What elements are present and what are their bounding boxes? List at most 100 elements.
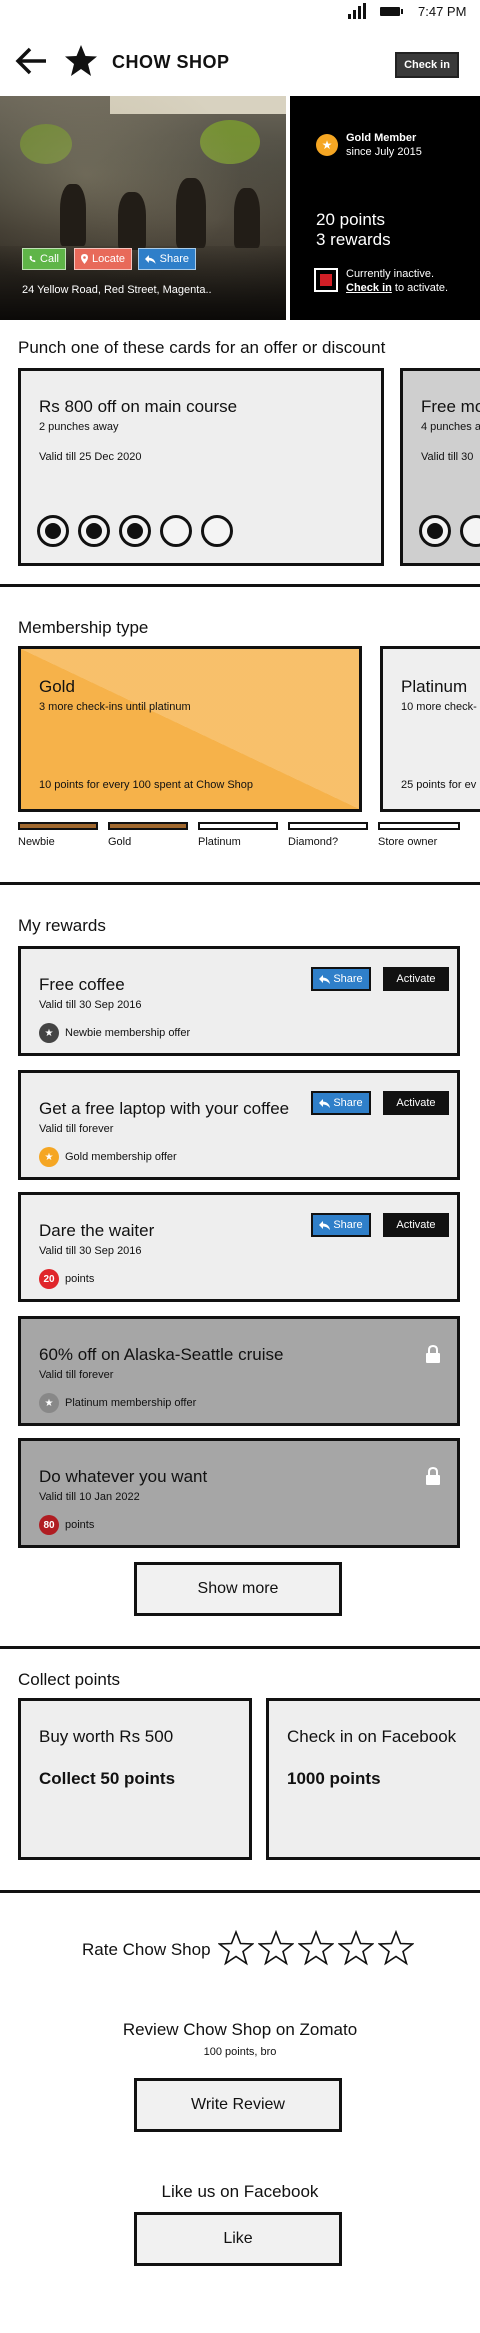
clock: 7:47 PM [418, 4, 467, 19]
reward-title: Free coffee [39, 975, 125, 994]
collect-card-action: Buy worth Rs 500 [39, 1727, 174, 1746]
share-icon [319, 1220, 331, 1230]
punch-card[interactable]: Free mo 4 punches a Valid till 30 [400, 368, 480, 566]
punch-card[interactable]: Rs 800 off on main course 2 punches away… [18, 368, 384, 566]
tier-label: Platinum [198, 836, 241, 848]
show-more-button[interactable]: Show more [134, 1562, 342, 1616]
reward-title: Dare the waiter [39, 1221, 155, 1240]
shop-hero: Call Locate Share 24 Yellow Road, Red St… [0, 96, 480, 320]
lock-icon [426, 1467, 440, 1485]
locate-label: Locate [91, 253, 125, 265]
star-badge-icon: ★ [39, 1393, 59, 1413]
check-in-button[interactable]: Check in [395, 52, 459, 78]
share-icon [319, 1098, 331, 1108]
tier-label: Gold [108, 836, 132, 848]
punch-card-validity: Valid till 30 [421, 451, 474, 463]
locate-button[interactable]: Locate [74, 248, 132, 270]
star-badge-icon: ★ [39, 1023, 59, 1043]
share-icon [319, 974, 331, 984]
reward-activate-button[interactable]: Activate [383, 1091, 449, 1115]
punch-empty [201, 515, 233, 547]
star-outline-icon[interactable] [298, 1930, 334, 1966]
collect-card-action: Check in on Facebook [287, 1727, 457, 1746]
star-icon [65, 45, 97, 76]
like-button[interactable]: Like [134, 2212, 342, 2266]
rewards-section-title: My rewards [18, 916, 106, 935]
star-outline-icon[interactable] [218, 1930, 254, 1966]
star-outline-icon[interactable] [378, 1930, 414, 1966]
punch-empty [460, 515, 480, 547]
collect-card[interactable]: Check in on Facebook 1000 points [266, 1698, 480, 1860]
punch-card-title: Free mo [421, 397, 480, 416]
shop-address: 24 Yellow Road, Red Street, Magenta.. [22, 284, 212, 296]
reward-share-label: Share [333, 1219, 363, 1231]
star-badge-icon: ★ [316, 134, 338, 156]
punch-row [419, 515, 480, 547]
membership-card-title: Platinum [401, 677, 468, 696]
punch-card-validity: Valid till 25 Dec 2020 [39, 451, 142, 463]
reward-share-button[interactable]: Share [311, 967, 371, 991]
rate-label: Rate Chow Shop [82, 1940, 211, 1959]
photo-figure [234, 188, 260, 248]
tier-bar-gold [108, 822, 188, 830]
photo-figure [118, 192, 146, 250]
star-badge-icon: ★ [39, 1147, 59, 1167]
reward-offer-label: points [65, 1273, 95, 1285]
share-button[interactable]: Share [138, 248, 196, 270]
reward-validity: Valid till 30 Sep 2016 [39, 1245, 142, 1257]
points-badge: 20 [39, 1269, 59, 1289]
reward-card-locked: 60% off on Alaska-Seattle cruise Valid t… [18, 1316, 460, 1426]
collect-section-title: Collect points [18, 1670, 121, 1689]
tier-label: Newbie [18, 836, 55, 848]
lock-icon [426, 1345, 440, 1363]
reward-offer: 20 points [39, 1269, 94, 1289]
inactive-hint-rest: to activate. [391, 282, 449, 294]
share-icon [145, 254, 156, 264]
reward-title: Get a free laptop with your coffee [39, 1099, 290, 1118]
status-bar: 7:47 PM [0, 0, 480, 24]
reward-activate-button[interactable]: Activate [383, 1213, 449, 1237]
reward-share-button[interactable]: Share [311, 1091, 371, 1115]
arrow-left-icon[interactable] [14, 46, 48, 76]
inactive-status-icon [314, 268, 338, 292]
tier-label: Store owner [378, 836, 438, 848]
punch-card-title: Rs 800 off on main course [39, 397, 238, 416]
punch-row [37, 515, 233, 547]
punch-section-title: Punch one of these cards for an offer or… [18, 338, 386, 357]
inactive-status-hint: Check in to activate. [346, 282, 448, 294]
section-divider [0, 1890, 480, 1893]
star-outline-icon[interactable] [338, 1930, 374, 1966]
photo-figure [176, 178, 206, 248]
collect-card[interactable]: Buy worth Rs 500 Collect 50 points [18, 1698, 252, 1860]
tier-bar-diamond [288, 822, 368, 830]
review-title: Review Chow Shop on Zomato [122, 2020, 358, 2039]
reward-validity: Valid till 10 Jan 2022 [39, 1491, 140, 1503]
star-outline-icon[interactable] [258, 1930, 294, 1966]
reward-activate-button[interactable]: Activate [383, 967, 449, 991]
reward-offer: ★ Newbie membership offer [39, 1023, 190, 1043]
reward-offer: 80 points [39, 1515, 94, 1535]
reward-share-button[interactable]: Share [311, 1213, 371, 1237]
punch-empty [160, 515, 192, 547]
photo-figure [60, 184, 86, 246]
write-review-button[interactable]: Write Review [134, 2078, 342, 2132]
punch-filled [78, 515, 110, 547]
call-button[interactable]: Call [22, 248, 66, 270]
membership-card-progress: 3 more check-ins until platinum [39, 701, 191, 713]
check-in-link[interactable]: Check in [346, 282, 392, 294]
reward-card: Get a free laptop with your coffee Valid… [18, 1070, 460, 1180]
membership-card-title: Gold [39, 677, 75, 696]
page-title: CHOW SHOP [112, 52, 230, 72]
facebook-title: Like us on Facebook [161, 2182, 319, 2201]
tier-bar-platinum [198, 822, 278, 830]
section-divider [0, 1646, 480, 1649]
reward-validity: Valid till 30 Sep 2016 [39, 999, 142, 1011]
rewards-count: 3 rewards [316, 230, 391, 249]
membership-card-platinum[interactable]: Platinum 10 more check- 25 points for ev [380, 646, 480, 812]
reward-card-locked: Do whatever you want Valid till 10 Jan 2… [18, 1438, 460, 1548]
reward-offer-label: Newbie membership offer [65, 1027, 191, 1039]
reward-offer: ★ Platinum membership offer [39, 1393, 196, 1413]
membership-card-benefit: 25 points for ev [401, 779, 477, 791]
call-label: Call [40, 253, 59, 265]
membership-card-gold[interactable]: Gold 3 more check-ins until platinum 10 … [18, 646, 362, 812]
